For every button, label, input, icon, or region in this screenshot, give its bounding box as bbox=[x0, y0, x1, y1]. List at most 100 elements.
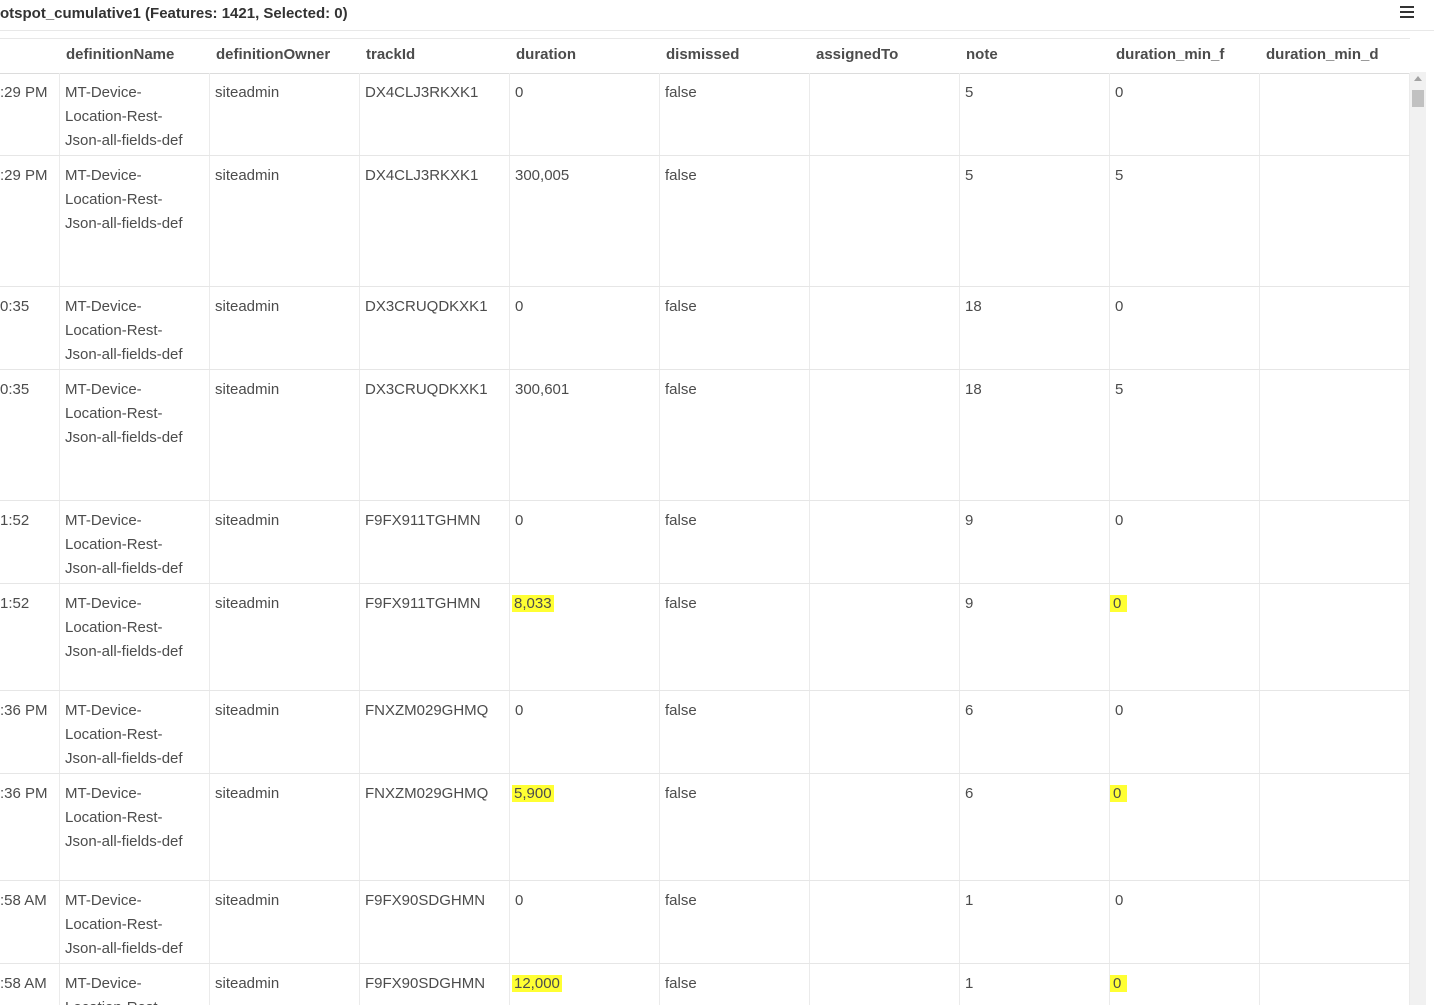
column-header-definitionOwner[interactable]: definitionOwner bbox=[210, 39, 360, 73]
cell-track-id: FNXZM029GHMQ bbox=[360, 774, 510, 880]
definition-name-line: Json-all-fields-def bbox=[65, 833, 183, 850]
cell-value: 1 bbox=[965, 892, 974, 909]
cell-definition-name: MT-Device- Location-Rest- Json-all-fields-… bbox=[60, 73, 210, 155]
cell-track-id: DX3CRUQDKXK1 bbox=[360, 370, 510, 500]
table-row[interactable]: :36 PM MT-Device- Location-Rest- Json-all-f… bbox=[0, 774, 1410, 881]
definition-name-line: Json-all-fields-def bbox=[65, 560, 183, 577]
cell-track-id: F9FX911TGHMN bbox=[360, 501, 510, 583]
cell-value: 5 bbox=[1115, 167, 1124, 184]
column-header-dismissed[interactable]: dismissed bbox=[660, 39, 810, 73]
cell-duration-min-f: 0 bbox=[1110, 774, 1260, 880]
definition-name-line: MT-Device- bbox=[65, 702, 142, 719]
table-row[interactable]: 1:52 MT-Device- Location-Rest- Json-all-fie… bbox=[0, 584, 1410, 691]
scrollbar-thumb[interactable] bbox=[1412, 90, 1424, 107]
cell-dismissed: false bbox=[660, 370, 810, 500]
column-header-definitionName[interactable]: definitionName bbox=[60, 39, 210, 73]
cell-value: siteadmin bbox=[215, 785, 280, 802]
cell-value: siteadmin bbox=[215, 512, 280, 529]
scroll-up-arrow-icon[interactable] bbox=[1414, 76, 1422, 81]
cell-value: DX3CRUQDKXK1 bbox=[365, 381, 488, 398]
column-header-note[interactable]: note bbox=[960, 39, 1110, 73]
cell-value: :36 PM bbox=[0, 702, 48, 719]
hamburger-menu-icon[interactable] bbox=[1400, 6, 1414, 22]
cell-definition-name: MT-Device- Location-Rest- Json-all-fields-… bbox=[60, 287, 210, 369]
cell-value: false bbox=[665, 167, 697, 184]
cell-note: 18 bbox=[960, 287, 1110, 369]
cell-duration-min-f: 0 bbox=[1110, 287, 1260, 369]
highlighted-value: 8,033 bbox=[512, 595, 554, 612]
cell-definition-owner: siteadmin bbox=[210, 691, 360, 773]
table-row[interactable]: :58 AM MT-Device- Location-Rest siteadmin F9… bbox=[0, 964, 1410, 1005]
column-header-assignedTo[interactable]: assignedTo bbox=[810, 39, 960, 73]
cell-definition-name: MT-Device- Location-Rest- Json-all-fields-… bbox=[60, 881, 210, 963]
cell-duration: 5,900 bbox=[510, 774, 660, 880]
cell-definition-owner: siteadmin bbox=[210, 370, 360, 500]
cell-value: 18 bbox=[965, 381, 982, 398]
cell-value: 0:35 bbox=[0, 298, 30, 315]
cell-dismissed: false bbox=[660, 774, 810, 880]
cell-duration-min-f: 0 bbox=[1110, 964, 1260, 1005]
cell-definition-owner: siteadmin bbox=[210, 73, 360, 155]
cell-value: 300,005 bbox=[515, 167, 570, 184]
cell-duration: 0 bbox=[510, 73, 660, 155]
column-header-duration[interactable]: duration bbox=[510, 39, 660, 73]
cell-duration-min-d bbox=[1260, 691, 1410, 773]
cell-time: 1:52 bbox=[0, 584, 60, 690]
cell-time: :36 PM bbox=[0, 774, 60, 880]
definition-name-line: Json-all-fields-def bbox=[65, 429, 183, 446]
table-row[interactable]: 1:52 MT-Device- Location-Rest- Json-all-fie… bbox=[0, 501, 1410, 584]
cell-duration-min-d bbox=[1260, 287, 1410, 369]
cell-duration-min-f: 0 bbox=[1110, 584, 1260, 690]
cell-value: FNXZM029GHMQ bbox=[365, 785, 489, 802]
column-header-trackId[interactable]: trackId bbox=[360, 39, 510, 73]
cell-value: false bbox=[665, 785, 697, 802]
column-header-time[interactable] bbox=[0, 39, 60, 73]
table-row[interactable]: :29 PM MT-Device- Location-Rest- Json-all-f… bbox=[0, 73, 1410, 156]
cell-duration: 300,005 bbox=[510, 156, 660, 286]
cell-track-id: F9FX90SDGHMN bbox=[360, 964, 510, 1005]
cell-track-id: DX3CRUQDKXK1 bbox=[360, 287, 510, 369]
table-row[interactable]: :58 AM MT-Device- Location-Rest- Json-all-f… bbox=[0, 881, 1410, 964]
cell-value: F9FX911TGHMN bbox=[365, 512, 481, 529]
cell-duration: 0 bbox=[510, 881, 660, 963]
cell-value: 0 bbox=[1115, 84, 1124, 101]
cell-definition-name: MT-Device- Location-Rest bbox=[60, 964, 210, 1005]
cell-time: :36 PM bbox=[0, 691, 60, 773]
column-header-duration-min-d[interactable]: duration_min_d bbox=[1260, 39, 1410, 73]
table-title: otspot_cumulative1 (Features: 1421, Sele… bbox=[0, 5, 348, 22]
definition-name-line: MT-Device- bbox=[65, 84, 142, 101]
cell-assigned-to bbox=[810, 73, 960, 155]
cell-time: :29 PM bbox=[0, 156, 60, 286]
cell-duration-min-d bbox=[1260, 73, 1410, 155]
cell-dismissed: false bbox=[660, 584, 810, 690]
cell-duration-min-d bbox=[1260, 501, 1410, 583]
cell-note: 1 bbox=[960, 964, 1110, 1005]
cell-definition-name: MT-Device- Location-Rest- Json-all-fields-… bbox=[60, 584, 210, 690]
cell-assigned-to bbox=[810, 774, 960, 880]
cell-value: false bbox=[665, 702, 697, 719]
table-row[interactable]: :36 PM MT-Device- Location-Rest- Json-all-f… bbox=[0, 691, 1410, 774]
cell-value: siteadmin bbox=[215, 975, 280, 992]
cell-definition-name: MT-Device- Location-Rest- Json-all-fields-… bbox=[60, 501, 210, 583]
highlighted-value: 0 bbox=[1110, 785, 1128, 802]
definition-name-line: Location-Rest- bbox=[65, 108, 163, 125]
cell-value: siteadmin bbox=[215, 892, 280, 909]
vertical-scrollbar[interactable] bbox=[1410, 72, 1426, 1005]
definition-name-line: MT-Device- bbox=[65, 595, 142, 612]
cell-dismissed: false bbox=[660, 156, 810, 286]
definition-name-line: MT-Device- bbox=[65, 512, 142, 529]
cell-note: 18 bbox=[960, 370, 1110, 500]
column-header-duration-min-f[interactable]: duration_min_f bbox=[1110, 39, 1260, 73]
cell-value: siteadmin bbox=[215, 298, 280, 315]
cell-dismissed: false bbox=[660, 691, 810, 773]
table-row[interactable]: :29 PM MT-Device- Location-Rest- Json-all-f… bbox=[0, 156, 1410, 287]
table-row[interactable]: 0:35 MT-Device- Location-Rest- Json-all-fie… bbox=[0, 287, 1410, 370]
highlighted-value: 0 bbox=[1110, 975, 1128, 992]
cell-assigned-to bbox=[810, 156, 960, 286]
cell-value: DX4CLJ3RKXK1 bbox=[365, 167, 479, 184]
cell-assigned-to bbox=[810, 501, 960, 583]
cell-value: false bbox=[665, 512, 697, 529]
table-row[interactable]: 0:35 MT-Device- Location-Rest- Json-all-fie… bbox=[0, 370, 1410, 501]
cell-value: :58 AM bbox=[0, 975, 47, 992]
cell-definition-owner: siteadmin bbox=[210, 881, 360, 963]
